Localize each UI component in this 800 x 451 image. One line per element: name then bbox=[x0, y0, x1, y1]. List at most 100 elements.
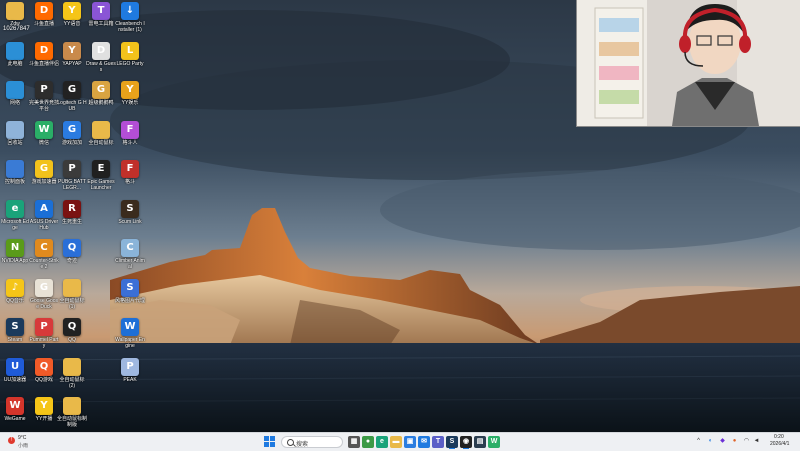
game-plus-icon: G bbox=[63, 120, 81, 139]
desktop-icon-label: 雷电工具箱 bbox=[88, 21, 114, 27]
desktop-icon[interactable]: 控制面板 bbox=[0, 160, 30, 185]
desktop-icon-label: YY开播 bbox=[35, 416, 53, 422]
desktop-icon[interactable]: C Climber Animal bbox=[115, 239, 145, 270]
desktop-icon[interactable]: L LEGO Party bbox=[115, 41, 145, 67]
desktop-icon[interactable]: W 微信 bbox=[29, 120, 59, 146]
yy-voice-icon: Y bbox=[63, 2, 81, 20]
desktop-icon[interactable]: W WeGame bbox=[0, 397, 30, 422]
desktop-icon[interactable]: D Draw & Guess bbox=[86, 41, 116, 73]
tray-app-icon[interactable]: ◆ bbox=[719, 438, 726, 445]
desktop-icon-label: 生死重生 bbox=[61, 218, 82, 225]
start-button[interactable] bbox=[264, 436, 276, 448]
desktop-icon[interactable]: Q QQ游戏 bbox=[29, 357, 59, 383]
desktop-icon[interactable]: Zdw bbox=[0, 2, 30, 27]
desktop-icon[interactable]: E Epic Games Launcher bbox=[86, 160, 116, 191]
desktop-icon[interactable]: F 格斗人 bbox=[115, 120, 145, 146]
desktop-icon-label: 格斗人 bbox=[122, 139, 138, 146]
desktop-icon[interactable]: Y YY开播 bbox=[29, 397, 59, 422]
desktop-icon-label: 游戏加加 bbox=[61, 139, 82, 146]
desktop-icon[interactable]: e Microsoft Edge bbox=[0, 199, 30, 231]
desktop-icon[interactable]: P Pummel Party bbox=[29, 318, 59, 349]
mail-icon[interactable]: ✉ bbox=[418, 436, 430, 448]
tray-app-icon[interactable]: ◐ bbox=[707, 438, 714, 445]
desktop-icon[interactable]: T 雷电工具箱 bbox=[86, 2, 116, 27]
desktop-icon-label: 控制面板 bbox=[4, 179, 25, 185]
desktop-icon-label: 斗鱼直播 bbox=[33, 21, 54, 27]
desktop-icon[interactable]: F 格斗 bbox=[115, 160, 145, 185]
desktop-icon[interactable]: 此电脑 bbox=[0, 41, 30, 67]
yapyap-icon: Y bbox=[63, 41, 81, 60]
desktop-icon[interactable]: W Wallpaper Engine bbox=[115, 318, 145, 349]
desktop-icon[interactable]: C Counter-Strike 2 bbox=[29, 239, 59, 270]
desktop-icon[interactable]: Y YAPYAP bbox=[57, 41, 87, 67]
desktop-icon[interactable]: 全自动鼠标制制版 bbox=[57, 397, 87, 428]
super-goose-icon: G bbox=[92, 81, 110, 99]
file-explorer-icon[interactable]: ▬ bbox=[390, 436, 402, 448]
store-icon[interactable]: ▣ bbox=[404, 436, 416, 448]
desktop-icon-label: Goose Goose Duck bbox=[29, 297, 59, 310]
game-booster-icon: G bbox=[35, 160, 53, 178]
desktop-icon[interactable]: Q 奇迹 bbox=[57, 239, 87, 264]
desktop-icon[interactable]: G 游戏加速器 bbox=[29, 160, 59, 185]
taskbar-search[interactable]: 搜索 bbox=[281, 436, 343, 448]
auto-mouse-icon bbox=[63, 278, 81, 297]
desktop-icon[interactable]: S Steam bbox=[0, 318, 30, 343]
desktop-icon[interactable]: Y YY语音 bbox=[57, 2, 87, 27]
task-view-icon[interactable]: ▦ bbox=[348, 436, 360, 448]
weather-description: 小雨 bbox=[18, 443, 29, 449]
desktop-icon[interactable]: P PEAK bbox=[115, 357, 145, 383]
volume-icon[interactable]: ◄ bbox=[753, 438, 760, 445]
weather-alert-icon: ! bbox=[8, 437, 15, 444]
desktop-icon[interactable]: 全自动鼠标(1) bbox=[57, 278, 87, 310]
wechat-icon[interactable]: W bbox=[488, 436, 500, 448]
desktop-icon-label: 全自动鼠标(1) bbox=[59, 297, 85, 310]
wechat-icon: W bbox=[35, 120, 53, 139]
desktop-icon[interactable]: G 超级鹅鹅鸭 bbox=[86, 81, 116, 106]
desktop-icon[interactable]: 全自动鼠标 bbox=[86, 120, 116, 146]
desktop-icon[interactable]: D 斗鱼直播 bbox=[29, 2, 59, 27]
desktop-icon[interactable]: G 游戏加加 bbox=[57, 120, 87, 146]
tray-app-icon[interactable]: ● bbox=[731, 438, 738, 445]
weather-widget[interactable]: ! 9°C 小雨 bbox=[8, 435, 48, 449]
desktop-icon-label: 此电脑 bbox=[7, 60, 23, 67]
app-icon[interactable]: ▤ bbox=[474, 436, 486, 448]
desktop-icon[interactable]: P PUBG BATTLEGR... bbox=[57, 160, 87, 191]
desktop-icon[interactable]: ♪ QQ音乐 bbox=[0, 278, 30, 304]
clock-time[interactable]: 0:20 bbox=[774, 434, 784, 440]
desktop-icon[interactable]: U UU加速器 bbox=[0, 357, 30, 383]
wifi-icon[interactable]: ◠ bbox=[743, 438, 750, 445]
search-icon bbox=[287, 439, 294, 446]
chrome-icon[interactable]: ● bbox=[362, 436, 374, 448]
desktop-icon[interactable]: S Scum Link bbox=[115, 199, 145, 225]
qq-game-icon: Q bbox=[35, 357, 53, 376]
desktop-icon[interactable]: Q QQ bbox=[57, 318, 87, 343]
epic-games-icon: E bbox=[92, 160, 110, 178]
desktop-icon[interactable]: ↓ Cleanbench Installer (1) bbox=[115, 2, 145, 33]
edge-icon[interactable]: e bbox=[376, 436, 388, 448]
desktop-icon[interactable]: 回收站 bbox=[0, 120, 30, 146]
asus-driverhub-icon: A bbox=[35, 199, 53, 218]
desktop-icon[interactable]: Y YY娱乐 bbox=[115, 81, 145, 106]
chevron-up-icon[interactable]: ^ bbox=[695, 438, 702, 445]
steam-icon[interactable]: S bbox=[446, 436, 458, 448]
teams-icon[interactable]: T bbox=[432, 436, 444, 448]
recycle-bin-icon bbox=[6, 120, 24, 139]
clock-date[interactable]: 2026/4/1 bbox=[770, 441, 789, 447]
desktop-icon[interactable]: S 风格图片代理 bbox=[115, 278, 145, 304]
douyu-icon: D bbox=[35, 2, 53, 20]
desktop-icon[interactable]: D 斗鱼直播伴侣 bbox=[29, 41, 59, 67]
desktop-icon[interactable]: P 完美世界竞技平台 bbox=[29, 81, 59, 112]
peak-icon: P bbox=[121, 357, 139, 376]
qq-icon: Q bbox=[63, 318, 81, 336]
search-placeholder: 搜索 bbox=[296, 442, 309, 448]
desktop-icon[interactable]: A ASUS DriverHub bbox=[29, 199, 59, 231]
desktop-icon[interactable]: G Logitech G HUB bbox=[57, 81, 87, 112]
desktop-icon[interactable]: G Goose Goose Duck bbox=[29, 278, 59, 310]
desktop-icon[interactable]: R 生死重生 bbox=[57, 199, 87, 225]
wallpaper-engine-icon: W bbox=[121, 318, 139, 336]
desktop-icon[interactable]: N NVIDIA App bbox=[0, 239, 30, 264]
edge-icon: e bbox=[6, 199, 24, 218]
desktop-icon[interactable]: 全自动鼠标(2) bbox=[57, 357, 87, 389]
obs-icon[interactable]: ◉ bbox=[460, 436, 472, 448]
desktop-icon[interactable]: 网络 bbox=[0, 81, 30, 106]
